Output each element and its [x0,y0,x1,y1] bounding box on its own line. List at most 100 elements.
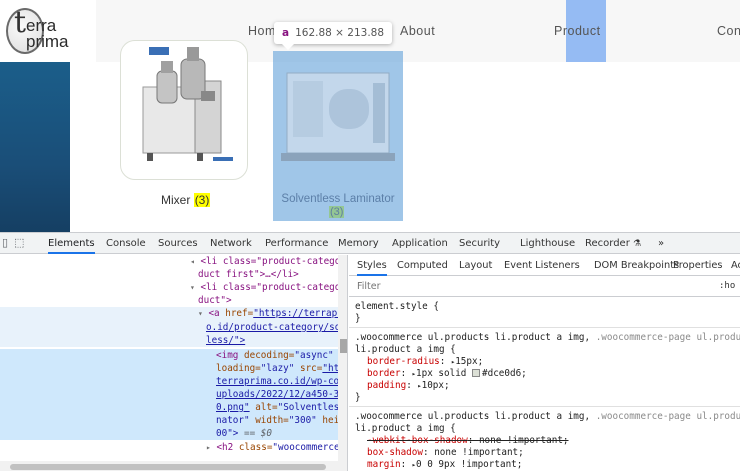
expand-arrow-icon[interactable]: ◂ [0,257,195,266]
device-toggle-icon[interactable]: ▯ [2,236,8,249]
tab-memory[interactable]: Memory [338,233,379,254]
subtab-dom-breakpoints[interactable]: DOM Breakpoints [594,255,679,276]
subtab-accessibility[interactable]: Ac [731,255,740,276]
subtab-event-listeners[interactable]: Event Listeners [504,255,580,276]
dom-attr: loading= [216,363,261,374]
rule-separator [349,327,740,328]
dom-scroll-thumb[interactable] [340,339,347,353]
collapse-arrow-icon[interactable]: ▾ [0,283,195,292]
dom-node-img-cont2: terraprima.co.id/wp-con [0,375,345,388]
more-tabs-button[interactable]: » [658,233,664,254]
product-title-mixer[interactable]: Mixer (3) [161,193,211,207]
prop-value: none !important; [434,447,524,458]
collapse-arrow-icon[interactable]: ▾ [0,309,203,318]
dom-attr: class= [238,442,273,453]
dom-attr: decoding= [244,350,295,361]
dom-link[interactable]: less/"> [0,335,245,346]
dom-node-li-first[interactable]: ◂ <li class="product-category [0,255,347,268]
flask-icon: ⚗ [633,239,642,249]
rule2-prop-margin[interactable]: margin: ▸0 0 9px !important; [367,459,522,471]
nav-about[interactable]: About [400,24,435,38]
tab-application[interactable]: Application [392,233,448,254]
dom-attr: src= [294,363,323,374]
tab-sources[interactable]: Sources [158,233,198,254]
tab-performance[interactable]: Performance [265,233,328,254]
dom-hscroll-thumb[interactable] [10,464,326,470]
tab-security[interactable]: Security [459,233,500,254]
selector-text-dim: .woocommerce-page ul.products [595,332,740,343]
website-viewport: t erra prima Hom About Product Con a 162.… [0,0,740,232]
dom-link[interactable]: "https://terraprimi [253,308,347,319]
element-style-selector[interactable]: element.style { [355,301,439,313]
rule2-selector[interactable]: .woocommerce ul.products li.product a im… [355,411,740,423]
laminator-image [281,72,395,161]
dom-node-a[interactable]: ▾ <a href="https://terraprimi [0,307,347,321]
dom-text: duct first">…</li> [198,269,299,280]
dom-attr: width= [249,415,289,426]
rule1-selector[interactable]: .woocommerce ul.products li.product a im… [355,332,740,344]
prop-value: none !important; [478,435,569,446]
rule1-selector-cont: li.product a img { [355,344,456,355]
dom-node-img-cont1: loading="lazy" src="htt [0,362,345,375]
styles-subtab-bar: Styles Computed Layout Event Listeners D… [349,255,740,276]
rule2-prop-webkit-box-shadow[interactable]: -webkit-box-shadow: none !important; [367,435,569,447]
dom-node-li[interactable]: ▾ <li class="product-category [0,281,347,294]
dom-value: "woocommerce- [272,442,346,453]
dom-node-img-cont4: 0.png" alt="Solventless [0,401,345,414]
prop-name: border [367,368,401,379]
dom-attr: alt= [249,402,278,413]
hover-state-toggle[interactable]: :ho [719,281,735,291]
expand-arrow-icon[interactable]: ▸ [0,443,211,452]
left-decorative-band [0,62,70,232]
subtab-styles[interactable]: Styles [357,255,387,276]
dom-text: duct"> [198,295,232,306]
subtab-layout[interactable]: Layout [459,255,492,276]
prop-value: 0 0 9px !important; [416,459,523,470]
prop-name: box-shadow [367,447,423,458]
rule1-prop-border[interactable]: border: ▸1px solid #dce0d6; [367,368,527,380]
color-swatch-icon[interactable] [472,369,480,377]
nav-product[interactable]: Product [554,24,601,38]
rule1-prop-padding[interactable]: padding: ▸10px; [367,380,450,392]
prop-name: padding [367,380,407,391]
nav-home[interactable]: Hom [248,24,276,38]
element-style-close: } [355,313,361,324]
prop-value: 1px solid [416,368,467,379]
logo-text-line2: prima [26,32,69,51]
product-count-laminator: (3) [329,206,345,218]
dom-tag: <img [216,350,244,361]
subtab-computed[interactable]: Computed [397,255,448,276]
dom-attr: href= [225,308,254,319]
product-card-mixer[interactable] [120,40,248,180]
styles-filter-input[interactable] [357,281,697,292]
prop-name: border-radius [367,356,440,367]
styles-pane: Styles Computed Layout Event Listeners D… [349,255,740,471]
inspected-element-highlight[interactable]: Solventless Laminator (3) [273,51,403,221]
dom-vertical-scrollbar[interactable] [338,255,347,471]
dom-node-h2[interactable]: ▸ <h2 class="woocommerce- [0,441,345,454]
inspect-tooltip: a 162.88 × 213.88 [274,22,393,44]
nav-contact[interactable]: Con [717,24,740,38]
dom-node-a-cont2: less/"> [0,334,338,347]
tab-recorder[interactable]: Recorder ⚗ [585,233,641,254]
tab-lighthouse[interactable]: Lighthouse [520,233,575,254]
dom-link[interactable]: terraprima.co.id/wp-con [0,376,345,387]
dom-node-li-first-cont: duct first">…</li> [0,268,338,281]
tab-elements[interactable]: Elements [48,233,95,254]
dom-node-img-cont3: uploads/2022/12/a450-30 [0,388,345,401]
logo[interactable]: t erra prima [0,0,96,62]
dom-node-img-selected[interactable]: <img decoding="async" [0,349,338,362]
rule1-prop-border-radius[interactable]: border-radius: ▸15px; [367,356,483,368]
tab-console[interactable]: Console [106,233,146,254]
subtab-properties[interactable]: Properties [673,255,723,276]
dom-link[interactable]: o.id/product-category/sol [0,322,346,333]
product-name-laminator: Solventless Laminator [281,193,395,205]
devtools-panel: ▯ ⬚ Elements Console Sources Network Per… [0,232,740,471]
tab-network[interactable]: Network [210,233,252,254]
mixer-image [142,47,233,161]
inspect-icon[interactable]: ⬚ [14,236,24,249]
dom-value: "300" [288,415,317,426]
dom-link[interactable]: 0.png" [0,402,250,413]
rule2-prop-box-shadow[interactable]: box-shadow: none !important; [367,447,524,459]
dom-link[interactable]: uploads/2022/12/a450-30 [0,389,345,400]
